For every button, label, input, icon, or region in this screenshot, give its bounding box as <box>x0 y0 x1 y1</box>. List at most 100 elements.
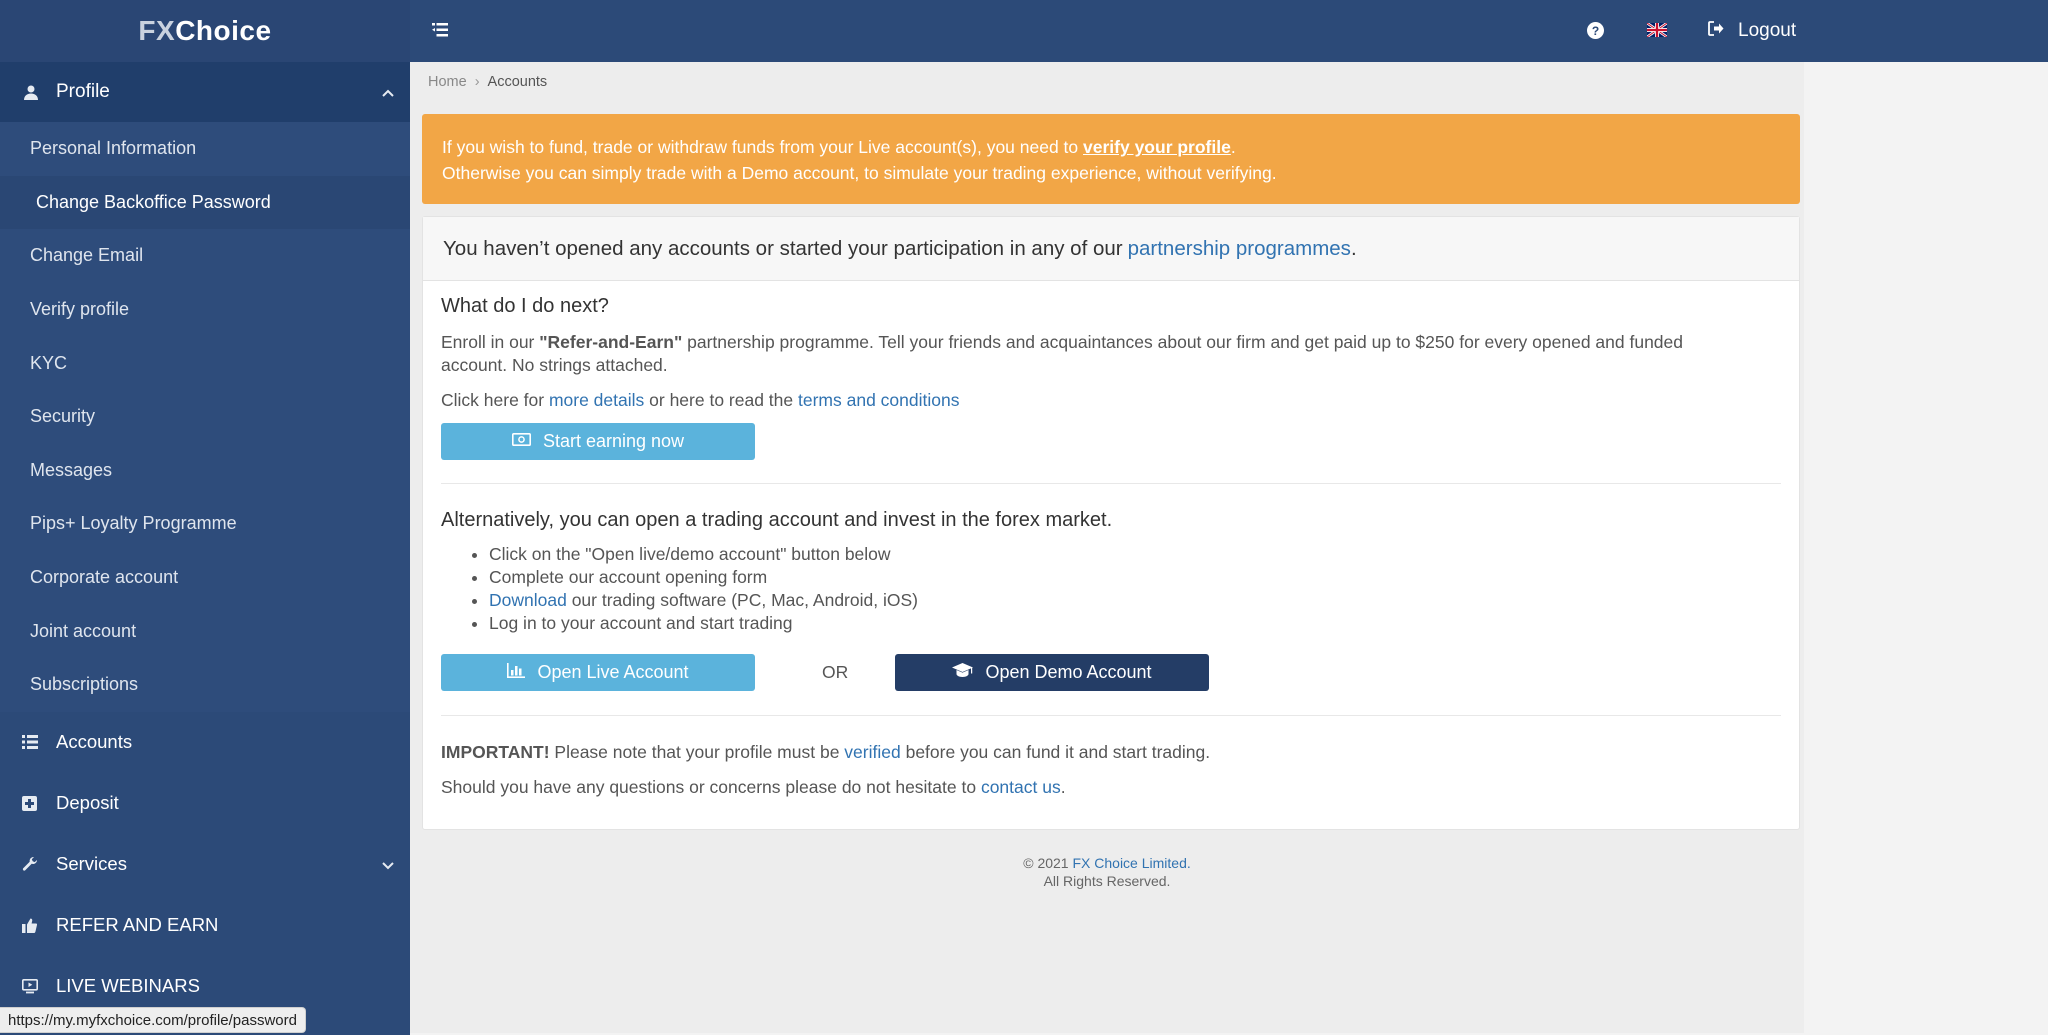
alert-text: . <box>1230 137 1236 157</box>
sidebar-item-label: Accounts <box>56 731 133 753</box>
alert-line-1: If you wish to fund, trade or withdraw f… <box>442 134 1780 160</box>
sidebar-item-label: Profile <box>56 81 110 102</box>
enroll-line-2: account. No strings attached. <box>441 355 668 375</box>
divider <box>441 483 1781 484</box>
verify-alert: If you wish to fund, trade or withdraw f… <box>422 114 1800 204</box>
important-prefix: Please note that your profile must be <box>549 742 845 762</box>
click-mid: or here to read the <box>644 390 798 410</box>
graduation-cap-icon <box>952 662 974 683</box>
sidebar-item-corporate-account[interactable]: Corporate account <box>0 551 410 605</box>
breadcrumb-home[interactable]: Home <box>428 74 467 90</box>
contact-us-link[interactable]: contact us <box>981 777 1061 797</box>
download-link[interactable]: Download <box>489 590 567 610</box>
important-strong: IMPORTANT! <box>441 742 550 762</box>
brand-choice: Choice <box>175 15 272 46</box>
sidebar-item-security[interactable]: Security <box>0 390 410 444</box>
sidebar-item-label: Deposit <box>56 792 119 814</box>
sidebar-item-refer-and-earn[interactable]: REFER AND EARN <box>0 895 410 956</box>
bar-chart-icon <box>507 662 526 683</box>
top-bar: ? Logout <box>410 0 2048 62</box>
profile-submenu: Personal Information Change Backoffice P… <box>0 122 410 712</box>
brand-logo[interactable]: FX Choice <box>0 0 410 62</box>
next-title: What do I do next? <box>441 295 609 317</box>
chevron-up-icon <box>382 84 394 100</box>
panel-heading: You haven’t opened any accounts or start… <box>423 217 1799 281</box>
open-live-account-button[interactable]: Open Live Account <box>441 654 755 691</box>
copyright-text: © 2021 <box>1023 855 1073 871</box>
status-bar-url: https://my.myfxchoice.com/profile/passwo… <box>0 1007 306 1033</box>
wrench-icon <box>22 856 40 872</box>
sidebar-item-change-backoffice-password[interactable]: Change Backoffice Password <box>0 175 410 230</box>
logout-icon <box>1708 21 1724 41</box>
click-here-text: Click here for more details or here to r… <box>441 389 959 412</box>
monitor-play-icon <box>22 978 40 994</box>
footer-rights: All Rights Reserved. <box>1043 873 1171 889</box>
start-earning-label: Start earning now <box>542 431 685 451</box>
questions-prefix: Should you have any questions or concern… <box>441 777 981 797</box>
sidebar-item-deposit[interactable]: Deposit <box>0 773 410 834</box>
important-text: IMPORTANT! Please note that your profile… <box>441 741 1210 764</box>
sidebar-item-subscriptions[interactable]: Subscriptions <box>0 658 410 712</box>
important-suffix: before you can fund it and start trading… <box>900 742 1211 762</box>
panel-heading-text: . <box>1350 236 1357 260</box>
list-item: Click on the "Open live/demo account" bu… <box>489 543 918 566</box>
plus-square-icon <box>22 795 40 811</box>
breadcrumb-current: Accounts <box>487 74 548 90</box>
breadcrumb-separator: › <box>474 74 480 90</box>
footer: © 2021 FX Choice Limited. All Rights Res… <box>410 854 1804 890</box>
menu-toggle-icon[interactable] <box>430 20 450 40</box>
breadcrumb: Home › Accounts <box>428 74 547 90</box>
verify-profile-link[interactable]: verify your profile <box>1083 137 1231 157</box>
enroll-suffix: partnership programme. Tell your friends… <box>682 332 1684 352</box>
footer-copyright: © 2021 FX Choice Limited. <box>410 854 1804 872</box>
verified-link[interactable]: verified <box>844 742 900 762</box>
company-link[interactable]: FX Choice Limited. <box>1072 855 1190 871</box>
main-content: Home › Accounts If you wish to fund, trade… <box>410 62 2048 1035</box>
sidebar-item-profile[interactable]: Profile <box>0 62 410 122</box>
sidebar-item-label: REFER AND EARN <box>56 914 219 936</box>
panel-heading-text: You haven’t opened any accounts or start… <box>443 236 1123 260</box>
sidebar-item-services[interactable]: Services <box>0 834 410 895</box>
questions-text: Should you have any questions or concern… <box>441 776 1066 799</box>
help-icon[interactable]: ? <box>1587 22 1604 39</box>
steps-list: Click on the "Open live/demo account" bu… <box>489 543 918 635</box>
uk-flag-icon[interactable] <box>1646 21 1668 39</box>
sidebar-item-joint-account[interactable]: Joint account <box>0 604 410 658</box>
start-earning-button[interactable]: Start earning now <box>441 423 755 460</box>
partnership-programmes-link[interactable]: partnership programmes <box>1128 237 1351 261</box>
sidebar-item-personal-information[interactable]: Personal Information <box>0 122 410 176</box>
or-separator: OR <box>822 662 849 682</box>
accounts-panel: You haven’t opened any accounts or start… <box>422 216 1800 830</box>
money-bill-icon <box>511 432 531 451</box>
sidebar: FX Choice Profile Personal Information Ch… <box>0 0 410 1035</box>
sidebar-item-verify-profile[interactable]: Verify profile <box>0 283 410 337</box>
list-icon <box>22 735 40 750</box>
chevron-down-icon <box>382 853 394 875</box>
questions-suffix: . <box>1060 777 1066 797</box>
alert-line-2: Otherwise you can simply trade with a De… <box>442 163 1277 183</box>
brand-fx: FX <box>138 15 176 46</box>
user-icon <box>22 83 40 101</box>
sidebar-item-label: Services <box>56 853 127 875</box>
sidebar-item-kyc[interactable]: KYC <box>0 336 410 390</box>
list-item: Complete our account opening form <box>489 566 918 589</box>
sidebar-item-messages[interactable]: Messages <box>0 444 410 498</box>
list-item: Log in to your account and start trading <box>489 612 918 635</box>
sidebar-item-change-email[interactable]: Change Email <box>0 229 410 283</box>
logout-label: Logout <box>1738 20 1797 41</box>
click-prefix: Click here for <box>441 390 549 410</box>
refer-and-earn-strong: "Refer-and-Earn" <box>539 332 683 352</box>
open-demo-label: Open Demo Account <box>985 662 1152 682</box>
sidebar-item-pips-loyalty[interactable]: Pips+ Loyalty Programme <box>0 497 410 551</box>
open-demo-account-button[interactable]: Open Demo Account <box>895 654 1209 691</box>
sidebar-item-accounts[interactable]: Accounts <box>0 712 410 773</box>
open-live-label: Open Live Account <box>537 662 689 682</box>
more-details-link[interactable]: more details <box>549 390 644 410</box>
thumbs-up-icon <box>22 918 40 933</box>
list-item: Download our trading software (PC, Mac, … <box>489 589 918 612</box>
content-area: Home › Accounts If you wish to fund, trade… <box>410 62 1804 1033</box>
terms-and-conditions-link[interactable]: terms and conditions <box>798 390 959 410</box>
alternative-title: Alternatively, you can open a trading ac… <box>441 509 1113 531</box>
alert-text: If you wish to fund, trade or withdraw f… <box>442 137 1084 157</box>
logout-button[interactable]: Logout <box>1708 17 1796 45</box>
